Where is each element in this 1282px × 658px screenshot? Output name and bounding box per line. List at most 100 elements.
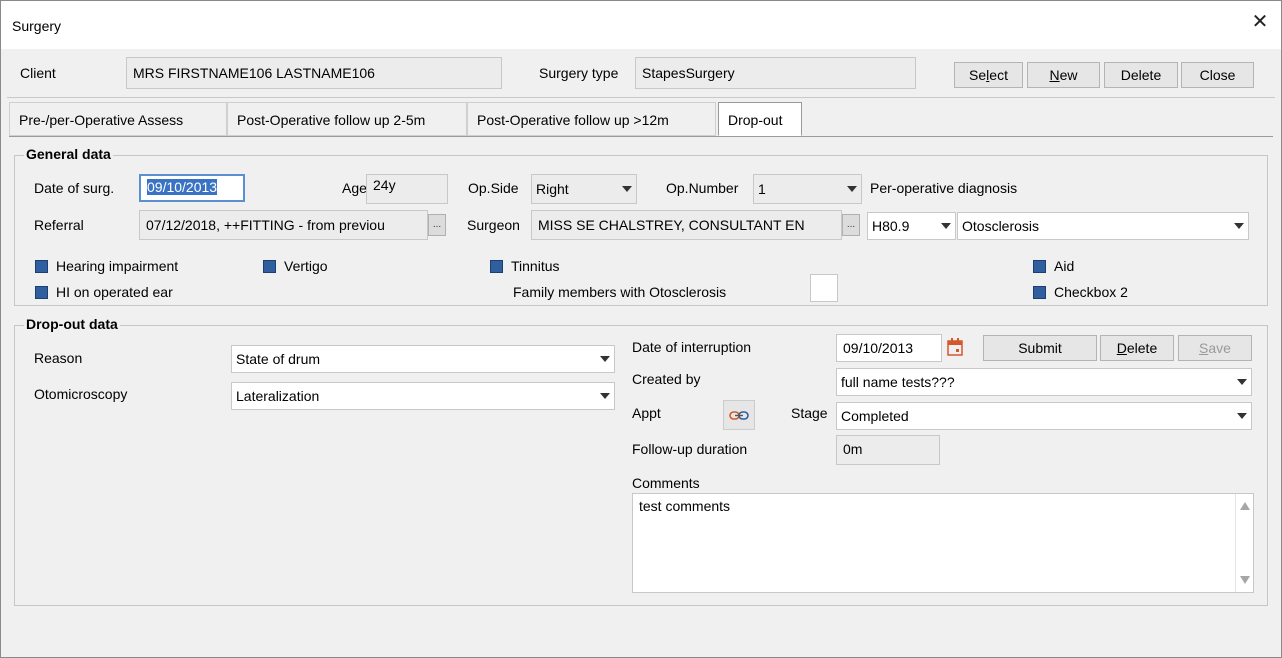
tinnitus-label: Tinnitus: [511, 258, 560, 274]
date-of-interruption-input[interactable]: 09/10/2013: [836, 334, 942, 362]
diagnosis-select[interactable]: Otosclerosis: [957, 212, 1249, 240]
dropout-delete-label-b: elete: [1126, 340, 1158, 356]
chevron-down-icon: [1237, 413, 1247, 419]
tab-post-op-2-5m[interactable]: Post-Operative follow up 2-5m: [227, 102, 467, 136]
surgeon-field: MISS SE CHALSTREY, CONSULTANT EN: [531, 210, 842, 240]
otomicroscopy-value: Lateralization: [236, 388, 320, 404]
aid-checkbox[interactable]: [1033, 260, 1046, 273]
surgeon-label: Surgeon: [467, 217, 520, 233]
family-members-field[interactable]: [810, 274, 838, 302]
hearing-impairment-label: Hearing impairment: [56, 258, 179, 274]
window-title: Surgery: [12, 18, 62, 34]
vertigo-checkbox[interactable]: [263, 260, 276, 273]
dropout-delete-label-a: D: [1116, 340, 1127, 356]
comments-textarea[interactable]: test comments: [632, 493, 1254, 593]
otomicroscopy-select[interactable]: Lateralization: [231, 382, 615, 410]
family-members-label: Family members with Otosclerosis: [513, 284, 727, 300]
chevron-down-icon: [600, 393, 610, 399]
checkbox-2[interactable]: [1033, 286, 1046, 299]
hi-operated-ear-checkbox[interactable]: [35, 286, 48, 299]
stage-value: Completed: [841, 408, 909, 424]
created-by-value: full name tests???: [841, 374, 955, 390]
created-by-select[interactable]: full name tests???: [836, 368, 1252, 396]
reason-select[interactable]: State of drum: [231, 345, 615, 373]
tab-drop-out[interactable]: Drop-out: [718, 102, 802, 136]
op-side-value: Right: [536, 181, 569, 197]
chevron-down-icon: [941, 223, 951, 229]
appt-link-button[interactable]: [723, 400, 755, 430]
client-label: Client: [20, 65, 56, 81]
date-of-surg-label: Date of surg.: [34, 180, 115, 196]
tinnitus-checkbox[interactable]: [490, 260, 503, 273]
dropout-delete-button[interactable]: Delete: [1100, 335, 1174, 361]
scroll-down-icon[interactable]: [1240, 576, 1250, 584]
select-button-label-a: Se: [969, 67, 987, 83]
referral-field: 07/12/2018, ++FITTING - from previou: [139, 210, 428, 240]
save-label-b: ave: [1208, 340, 1231, 356]
appt-label: Appt: [632, 405, 661, 421]
date-of-surg-input[interactable]: 09/10/2013: [139, 174, 245, 202]
op-number-value: 1: [758, 181, 766, 197]
follow-up-duration-label: Follow-up duration: [632, 441, 748, 457]
submit-button[interactable]: Submit: [983, 335, 1097, 361]
calendar-icon[interactable]: [946, 337, 964, 357]
date-of-interruption-label: Date of interruption: [632, 339, 752, 355]
chevron-down-icon: [847, 186, 857, 192]
stage-label: Stage: [791, 405, 828, 421]
created-by-label: Created by: [632, 371, 701, 387]
hi-operated-ear-label: HI on operated ear: [56, 284, 173, 300]
comments-scrollbar[interactable]: [1235, 494, 1253, 592]
comments-label: Comments: [632, 475, 700, 491]
diagnosis-code-value: H80.9: [872, 218, 910, 234]
header-divider: [7, 97, 1275, 98]
tab-divider: [9, 136, 1273, 137]
select-button-label-c: ect: [989, 67, 1008, 83]
date-of-surg-value: 09/10/2013: [147, 179, 218, 195]
general-data-title: General data: [24, 146, 113, 162]
comments-value: test comments: [639, 498, 731, 514]
title-bar: Surgery ✕: [1, 1, 1281, 49]
surgery-type-label: Surgery type: [539, 65, 619, 81]
client-field: MRS FIRSTNAME106 LASTNAME106: [126, 57, 502, 89]
hearing-impairment-checkbox[interactable]: [35, 260, 48, 273]
delete-button[interactable]: Delete: [1104, 62, 1178, 88]
close-window-icon[interactable]: ✕: [1249, 11, 1271, 33]
checkbox-2-label: Checkbox 2: [1054, 284, 1128, 300]
op-number-label: Op.Number: [666, 180, 739, 196]
referral-browse-button[interactable]: ...: [428, 214, 446, 236]
new-button[interactable]: New: [1027, 62, 1100, 88]
chevron-down-icon: [600, 356, 610, 362]
op-side-label: Op.Side: [468, 180, 519, 196]
reason-label: Reason: [34, 350, 83, 366]
surgery-window: Surgery ✕ Client MRS FIRSTNAME106 LASTNA…: [0, 0, 1282, 658]
scroll-up-icon[interactable]: [1240, 502, 1250, 510]
stage-select[interactable]: Completed: [836, 402, 1252, 430]
surgeon-browse-button[interactable]: ...: [842, 214, 860, 236]
tab-post-op-12m[interactable]: Post-Operative follow up >12m: [467, 102, 716, 136]
link-icon: [729, 411, 749, 420]
op-side-select[interactable]: Right: [531, 174, 637, 204]
follow-up-duration-field: 0m: [836, 435, 940, 465]
per-operative-diagnosis-label: Per-operative diagnosis: [870, 180, 1018, 196]
age-field: 24y: [366, 174, 448, 204]
new-button-label-a: N: [1049, 67, 1060, 83]
chevron-down-icon: [622, 186, 632, 192]
surgery-type-field: StapesSurgery: [635, 57, 916, 89]
save-button[interactable]: Save: [1178, 335, 1252, 361]
reason-value: State of drum: [236, 351, 321, 367]
aid-label: Aid: [1054, 258, 1075, 274]
vertigo-label: Vertigo: [284, 258, 328, 274]
save-label-a: S: [1199, 340, 1209, 356]
otomicroscopy-label: Otomicroscopy: [34, 386, 128, 402]
close-button[interactable]: Close: [1181, 62, 1254, 88]
new-button-label-b: ew: [1059, 67, 1078, 83]
diagnosis-code-select[interactable]: H80.9: [867, 212, 956, 240]
tab-pre-operative[interactable]: Pre-/per-Operative Assess: [9, 102, 227, 136]
chevron-down-icon: [1237, 379, 1247, 385]
chevron-down-icon: [1234, 223, 1244, 229]
drop-out-data-title: Drop-out data: [24, 316, 120, 332]
op-number-select[interactable]: 1: [753, 174, 862, 204]
diagnosis-value: Otosclerosis: [962, 218, 1040, 234]
age-label: Age: [342, 180, 367, 196]
select-button[interactable]: Select: [954, 62, 1023, 88]
